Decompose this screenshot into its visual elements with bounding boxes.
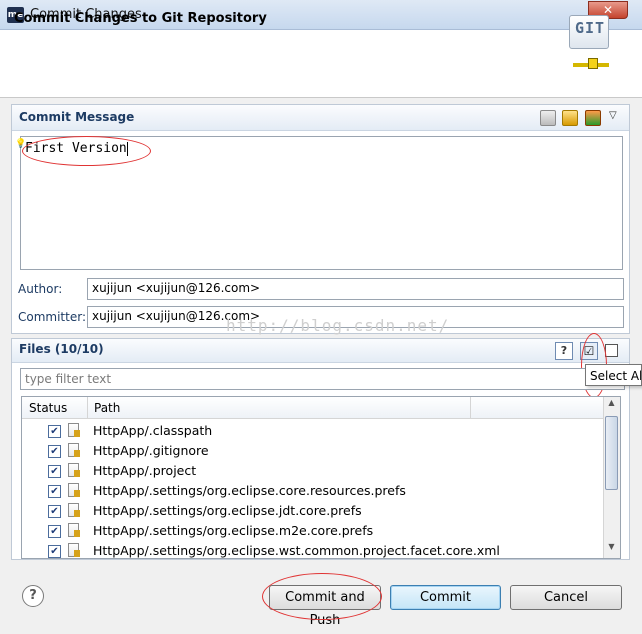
deselect-all-button[interactable]	[605, 344, 618, 357]
git-logo-icon: GIT	[569, 15, 609, 49]
file-checkbox[interactable]: ✔	[48, 445, 61, 458]
scroll-up-icon[interactable]: ▲	[604, 398, 619, 413]
file-icon	[68, 483, 80, 497]
commit-message-title: Commit Message	[19, 110, 135, 124]
file-icon	[68, 543, 80, 557]
file-checkbox[interactable]: ✔	[48, 485, 61, 498]
file-icon	[68, 463, 80, 477]
scrollbar-thumb[interactable]	[605, 416, 618, 490]
files-rows: ✔ HttpApp/.classpath ✔ HttpApp/.gitignor…	[22, 421, 603, 561]
file-icon	[68, 443, 80, 457]
commit-button[interactable]: Commit	[390, 585, 501, 610]
files-title: Files (10/10)	[19, 342, 104, 356]
table-row[interactable]: ✔ HttpApp/.gitignore	[22, 441, 603, 461]
select-all-tooltip: Select All	[585, 364, 642, 386]
dialog-header	[0, 30, 642, 98]
show-untracked-icon[interactable]: ?	[555, 342, 573, 360]
file-path: HttpApp/.settings/org.eclipse.jdt.core.p…	[93, 503, 362, 518]
author-field[interactable]: xujijun <xujijun@126.com>	[87, 278, 624, 300]
file-checkbox[interactable]: ✔	[48, 465, 61, 478]
table-row[interactable]: ✔ HttpApp/.settings/org.eclipse.wst.comm…	[22, 541, 603, 561]
files-header	[12, 339, 629, 363]
file-checkbox[interactable]: ✔	[48, 425, 61, 438]
view-menu-icon[interactable]: ▽	[609, 110, 617, 121]
table-row[interactable]: ✔ HttpApp/.classpath	[22, 421, 603, 441]
table-row[interactable]: ✔ HttpApp/.settings/org.eclipse.jdt.core…	[22, 501, 603, 521]
table-row[interactable]: ✔ HttpApp/.project	[22, 461, 603, 481]
file-path: HttpApp/.gitignore	[93, 443, 209, 458]
column-status[interactable]: Status	[29, 401, 67, 415]
dialog-title: Commit Changes to Git Repository	[14, 11, 267, 26]
file-path: HttpApp/.settings/org.eclipse.core.resou…	[93, 483, 406, 498]
watermark: http://blog.csdn.net/	[226, 316, 450, 335]
file-path: HttpApp/.settings/org.eclipse.wst.common…	[93, 543, 500, 558]
column-path[interactable]: Path	[94, 401, 120, 415]
table-row[interactable]: ✔ HttpApp/.settings/org.eclipse.m2e.core…	[22, 521, 603, 541]
git-logo-text: GIT	[574, 19, 606, 37]
annotation-circle	[262, 573, 382, 620]
committer-label: Committer:	[18, 310, 86, 324]
annotation-circle	[22, 136, 151, 166]
file-checkbox[interactable]: ✔	[48, 545, 61, 558]
signed-off-icon[interactable]	[585, 110, 601, 126]
file-icon	[68, 423, 80, 437]
file-path: HttpApp/.project	[93, 463, 197, 478]
column-separator[interactable]	[470, 397, 471, 419]
cancel-button[interactable]: Cancel	[510, 585, 622, 610]
file-checkbox[interactable]: ✔	[48, 525, 61, 538]
git-logo-knob	[588, 58, 598, 69]
file-path: HttpApp/.classpath	[93, 423, 213, 438]
amend-icon[interactable]	[562, 110, 578, 126]
file-path: HttpApp/.settings/org.eclipse.m2e.core.p…	[93, 523, 374, 538]
file-icon	[68, 503, 80, 517]
spell-check-icon[interactable]	[540, 110, 556, 126]
file-icon	[68, 523, 80, 537]
help-button[interactable]: ?	[22, 585, 44, 607]
filter-input[interactable]: type filter text	[20, 368, 625, 390]
scroll-down-icon[interactable]: ▼	[604, 542, 619, 557]
column-separator[interactable]	[87, 397, 88, 419]
author-label: Author:	[18, 282, 63, 296]
table-row[interactable]: ✔ HttpApp/.settings/org.eclipse.core.res…	[22, 481, 603, 501]
file-checkbox[interactable]: ✔	[48, 505, 61, 518]
